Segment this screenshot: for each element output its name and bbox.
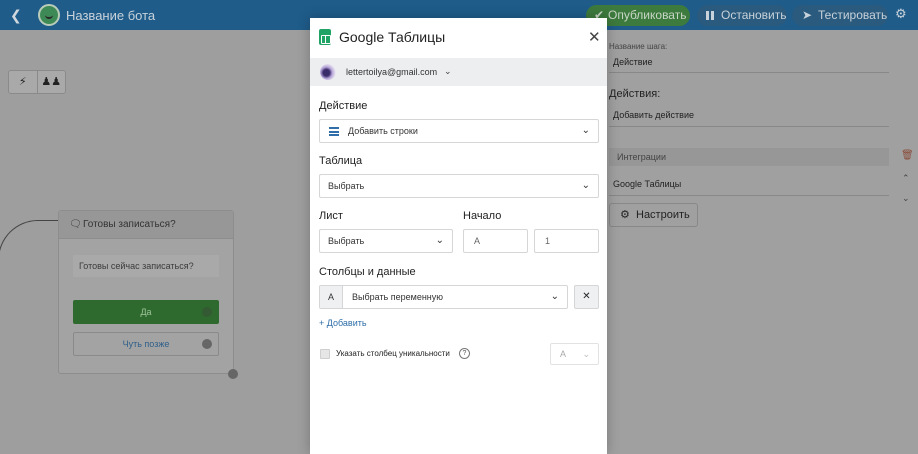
integrations-label: Интеграции bbox=[609, 148, 889, 166]
unique-column-checkbox[interactable] bbox=[320, 349, 330, 359]
google-sheets-modal: Google Таблицы ✕ lettertoilya@gmail.com … bbox=[310, 18, 607, 454]
unique-column-value: A bbox=[560, 349, 567, 359]
modal-header: Google Таблицы ✕ bbox=[310, 18, 607, 58]
modal-title: Google Таблицы bbox=[339, 29, 446, 45]
bot-avatar bbox=[38, 4, 60, 26]
action-select-value: Добавить строки bbox=[348, 126, 418, 136]
chevron-down-icon: ⌄ bbox=[550, 291, 559, 302]
table-select-value: Выбрать bbox=[328, 181, 365, 191]
account-selector[interactable]: lettertoilya@gmail.com ⌄ bbox=[310, 58, 607, 86]
trash-icon[interactable]: 🗑 bbox=[901, 150, 914, 161]
start-label: Начало bbox=[463, 210, 502, 222]
add-column-link[interactable]: + Добавить bbox=[319, 318, 367, 328]
node-button-later[interactable]: Чуть позже bbox=[73, 332, 219, 356]
divider bbox=[609, 195, 889, 196]
chevron-down-icon: ⌄ bbox=[581, 180, 590, 191]
action-label: Действие bbox=[319, 100, 368, 112]
pause-icon bbox=[706, 11, 714, 20]
step-name-field[interactable]: Действие bbox=[613, 57, 653, 67]
stop-label: Остановить bbox=[721, 8, 787, 22]
node-button-yes[interactable]: Да bbox=[73, 300, 219, 324]
column-variable-value: Выбрать переменную bbox=[352, 292, 444, 302]
sheet-select[interactable]: Выбрать ⌄ bbox=[319, 229, 453, 253]
integration-value[interactable]: Google Таблицы bbox=[613, 179, 681, 189]
node-header: 🗨 Готовы записаться? bbox=[59, 211, 233, 239]
step-side-panel: Название шага: Действие Действия: Добави… bbox=[607, 30, 918, 454]
test-label: Тестировать bbox=[818, 8, 888, 22]
canvas-toolbar: ⚡ ♟♟ bbox=[8, 70, 66, 94]
account-avatar bbox=[320, 64, 336, 80]
actions-heading: Действия: bbox=[609, 88, 661, 100]
table-label: Таблица bbox=[319, 155, 363, 167]
rows-icon bbox=[329, 127, 339, 136]
lightning-icon[interactable]: ⚡ bbox=[9, 71, 37, 93]
configure-button[interactable]: ⚙ Настроить bbox=[609, 203, 698, 227]
sheet-label: Лист bbox=[319, 210, 343, 222]
connector-dot[interactable] bbox=[228, 369, 238, 379]
publish-label: Опубликовать bbox=[608, 8, 687, 22]
google-sheets-icon bbox=[319, 29, 331, 45]
remove-column-button[interactable]: ✕ bbox=[574, 285, 599, 309]
configure-label: Настроить bbox=[636, 209, 690, 221]
start-column-input[interactable]: A bbox=[463, 229, 528, 253]
chevron-down-icon: ⌄ bbox=[435, 235, 444, 246]
sheet-select-value: Выбрать bbox=[328, 236, 365, 246]
send-icon: ➤ bbox=[802, 8, 813, 22]
start-row-input[interactable]: 1 bbox=[534, 229, 599, 253]
column-tag: A bbox=[320, 286, 343, 308]
unique-column-select[interactable]: A ⌄ bbox=[550, 343, 599, 365]
bot-name[interactable]: Название бота bbox=[66, 8, 155, 23]
connector-dot[interactable] bbox=[202, 339, 212, 349]
chevron-down-icon: ⌄ bbox=[582, 349, 590, 359]
test-button[interactable]: ➤ Тестировать bbox=[792, 5, 888, 26]
add-action-field[interactable]: Добавить действие bbox=[613, 110, 694, 120]
chevron-up-icon[interactable]: ⌃ bbox=[902, 173, 910, 184]
connector-dot[interactable] bbox=[202, 307, 212, 317]
stop-button[interactable]: Остановить bbox=[697, 5, 787, 26]
account-email: lettertoilya@gmail.com bbox=[346, 67, 438, 77]
columns-label: Столбцы и данные bbox=[319, 266, 416, 278]
close-icon[interactable]: ✕ bbox=[588, 28, 601, 46]
gear-icon[interactable]: ⚙ bbox=[895, 6, 907, 22]
chevron-left-icon[interactable]: ❮ bbox=[10, 7, 22, 24]
node-message: Готовы сейчас записаться? bbox=[73, 255, 219, 277]
unique-column-label: Указать столбец уникальности bbox=[336, 349, 450, 358]
chat-bubble-icon: 🗨 bbox=[69, 219, 82, 230]
chevron-down-icon[interactable]: ⌄ bbox=[444, 66, 452, 77]
table-select[interactable]: Выбрать ⌄ bbox=[319, 174, 599, 198]
chevron-down-icon: ⌄ bbox=[581, 125, 590, 136]
divider bbox=[609, 126, 889, 127]
flow-node[interactable]: 🗨 Готовы записаться? Готовы сейчас запис… bbox=[58, 210, 238, 379]
chevron-down-icon[interactable]: ⌄ bbox=[902, 193, 910, 204]
divider bbox=[609, 72, 889, 73]
users-icon[interactable]: ♟♟ bbox=[36, 71, 66, 93]
help-icon[interactable]: ? bbox=[459, 348, 470, 359]
connection-line bbox=[0, 220, 62, 350]
node-title: Готовы записаться? bbox=[83, 219, 176, 230]
action-select[interactable]: Добавить строки ⌄ bbox=[319, 119, 599, 143]
column-variable-select[interactable]: A Выбрать переменную ⌄ bbox=[319, 285, 568, 309]
step-name-label: Название шага: bbox=[609, 42, 668, 51]
gear-icon: ⚙ bbox=[620, 209, 630, 221]
